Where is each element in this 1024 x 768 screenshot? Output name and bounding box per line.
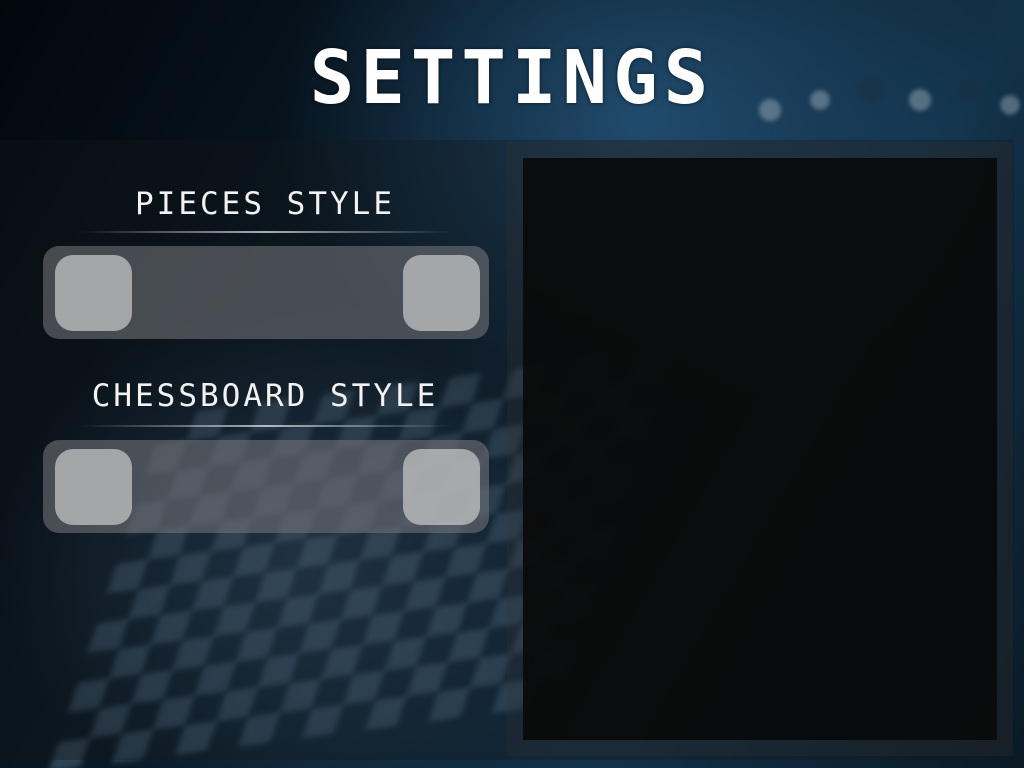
page-title: SETTINGS: [309, 35, 715, 121]
pieces-style-selector: [43, 246, 489, 339]
chessboard-style-label: CHESSBOARD STYLE: [91, 378, 439, 414]
pieces-style-label: PIECES STYLE: [135, 186, 395, 222]
pieces-style-next-button[interactable]: [403, 255, 480, 331]
style-preview-panel: [523, 158, 997, 740]
chessboard-style-prev-button[interactable]: [55, 449, 132, 525]
chessboard-style-selector: [43, 440, 489, 533]
pieces-style-divider: [80, 231, 452, 233]
chessboard-style-divider: [80, 425, 452, 427]
pieces-style-prev-button[interactable]: [55, 255, 132, 331]
chessboard-style-next-button[interactable]: [403, 449, 480, 525]
